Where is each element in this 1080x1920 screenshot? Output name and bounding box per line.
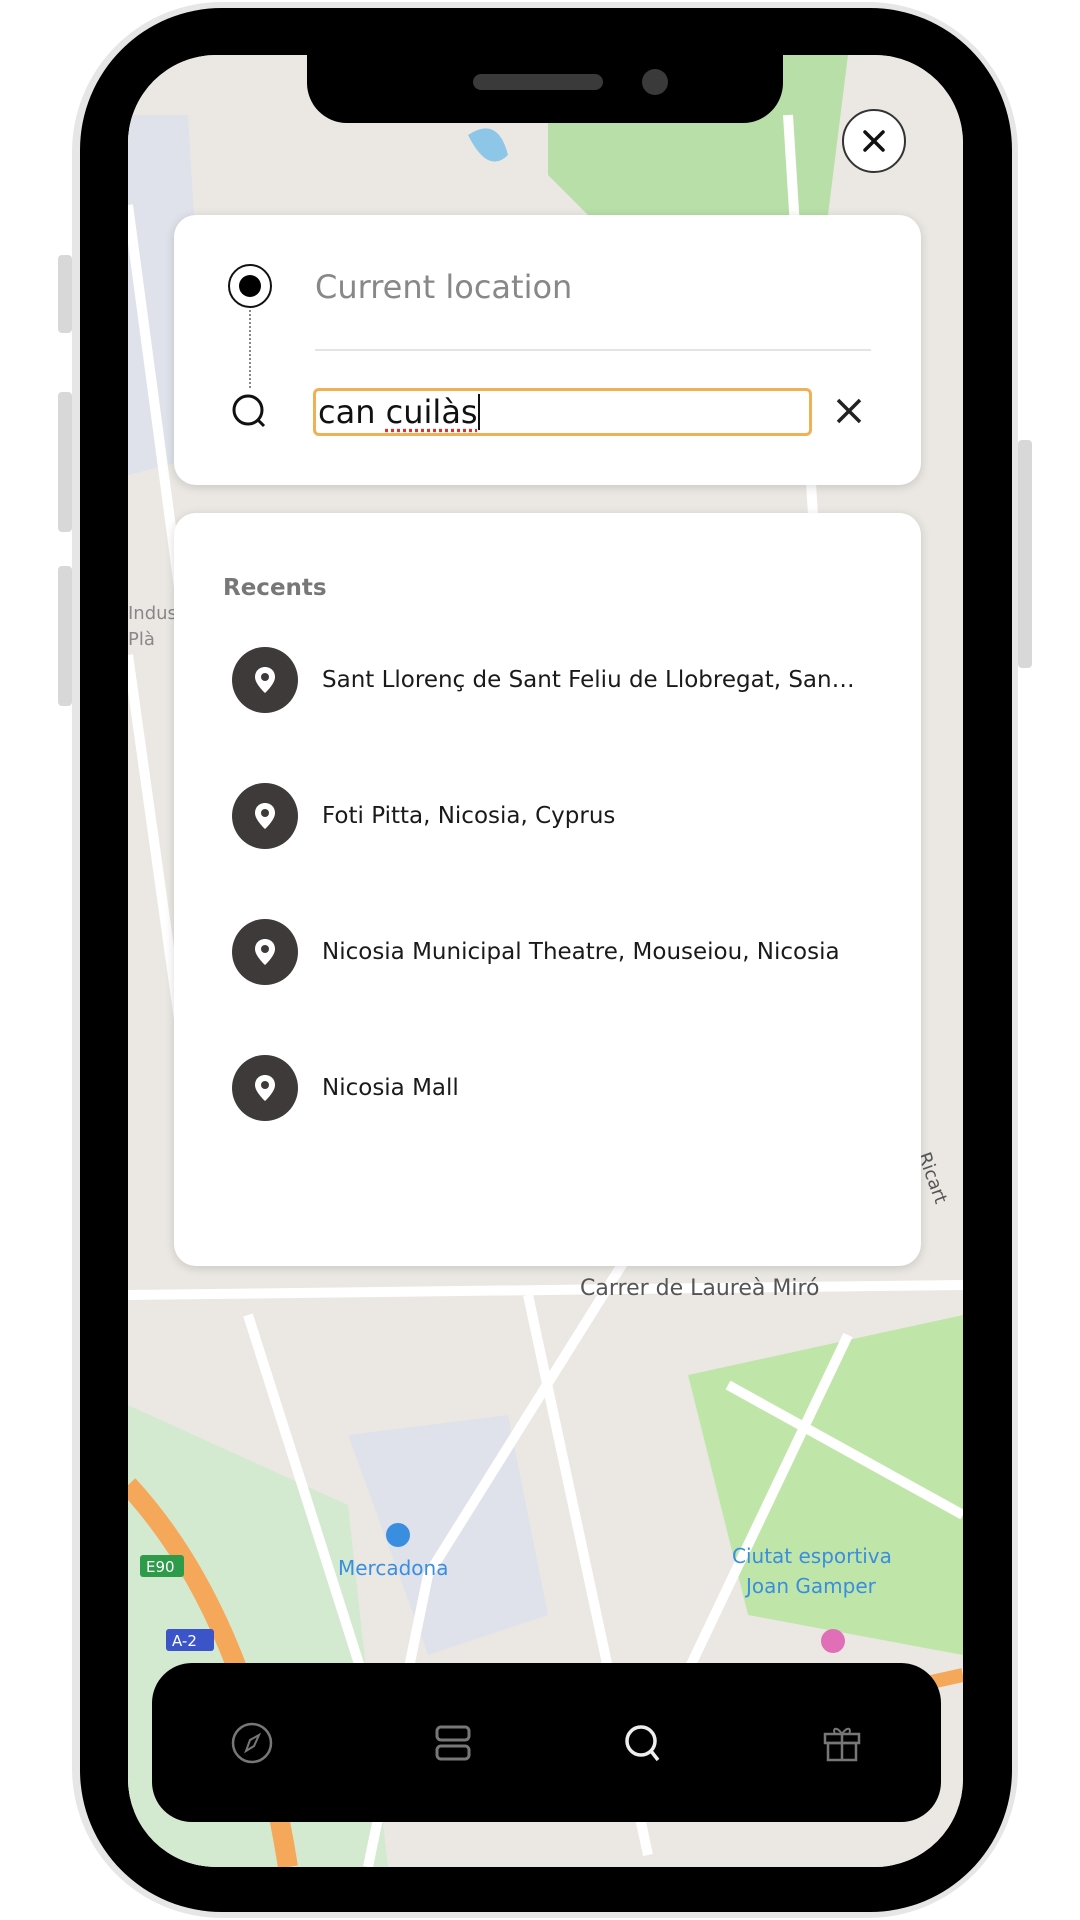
list-icon[interactable] bbox=[428, 1718, 478, 1768]
recent-item-label: Nicosia Mall bbox=[322, 1075, 459, 1101]
recents-heading: Recents bbox=[223, 575, 327, 601]
gift-icon[interactable] bbox=[817, 1718, 867, 1768]
recent-item-label: Sant Llorenç de Sant Feliu de Llobregat,… bbox=[322, 667, 862, 693]
close-button[interactable] bbox=[842, 109, 906, 173]
search-icon bbox=[232, 394, 266, 428]
mute-switch bbox=[58, 255, 72, 333]
divider bbox=[315, 349, 871, 351]
map-label-ciutat: Ciutat esportiva bbox=[732, 1544, 892, 1568]
map-label-e90: E90 bbox=[146, 1558, 175, 1576]
recents-panel bbox=[174, 513, 921, 1266]
map-label-street: Carrer de Laureà Miró bbox=[580, 1276, 820, 1301]
recent-item-label: Foti Pitta, Nicosia, Cyprus bbox=[322, 803, 616, 829]
power-button bbox=[1018, 440, 1032, 668]
recent-item[interactable]: Sant Llorenç de Sant Feliu de Llobregat,… bbox=[232, 645, 892, 715]
map-label-mercadona: Mercadona bbox=[338, 1556, 448, 1580]
current-location-icon bbox=[228, 264, 272, 308]
recent-item-label: Nicosia Municipal Theatre, Mouseiou, Nic… bbox=[322, 939, 840, 965]
origin-field[interactable]: Current location bbox=[315, 268, 572, 306]
map-label-a2: A-2 bbox=[172, 1632, 197, 1650]
location-pin-icon bbox=[232, 919, 298, 985]
close-icon bbox=[863, 130, 885, 152]
recent-item[interactable]: Nicosia Municipal Theatre, Mouseiou, Nic… bbox=[232, 917, 892, 987]
volume-up-button bbox=[58, 392, 72, 532]
location-pin-icon bbox=[232, 647, 298, 713]
camera bbox=[642, 69, 668, 95]
compass-icon[interactable] bbox=[227, 1718, 277, 1768]
map-label-indus: Indus bbox=[128, 603, 177, 624]
map-label-gamper: Joan Gamper bbox=[744, 1574, 877, 1598]
volume-down-button bbox=[58, 566, 72, 706]
clear-search-icon[interactable] bbox=[830, 392, 868, 430]
text-caret bbox=[477, 394, 480, 430]
location-pin-icon bbox=[232, 783, 298, 849]
query-misspelled: cuilàs bbox=[385, 393, 478, 431]
map-label-pla: Plà bbox=[128, 629, 155, 650]
recent-item[interactable]: Foti Pitta, Nicosia, Cyprus bbox=[232, 781, 892, 851]
recent-item[interactable]: Nicosia Mall bbox=[232, 1053, 892, 1123]
route-connector bbox=[249, 310, 251, 388]
speaker bbox=[473, 74, 603, 90]
query-prefix: can bbox=[318, 393, 386, 431]
destination-search-input[interactable]: can cuilàs bbox=[313, 388, 812, 436]
location-pin-icon bbox=[232, 1055, 298, 1121]
search-icon[interactable] bbox=[618, 1718, 668, 1768]
